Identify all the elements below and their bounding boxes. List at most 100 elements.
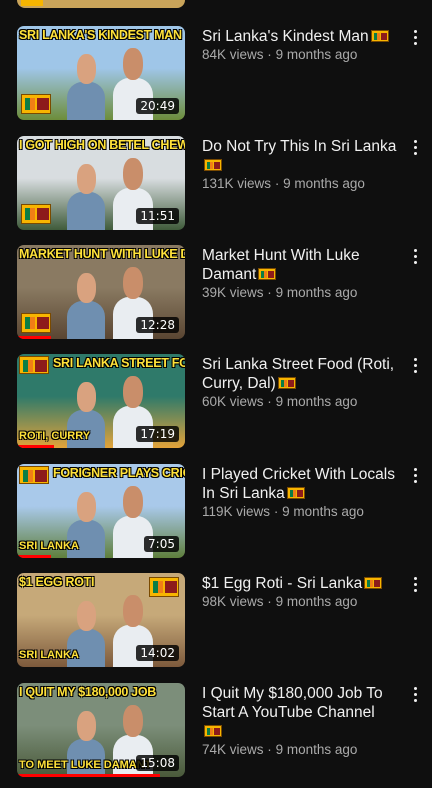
duration-badge: 11:51 [136, 208, 179, 224]
video-thumbnail[interactable]: SRI LANKA STREET FOODROTI, CURRY17:19 [17, 354, 185, 448]
separator-dot: · [267, 394, 272, 409]
thumbnail-caption: MARKET HUNT WITH LUKE DAMANT [19, 247, 185, 261]
video-title-text: Do Not Try This In Sri Lanka [202, 138, 397, 155]
separator-dot: · [267, 47, 272, 62]
thumbnail-caption-bottom: SRI LANKA [19, 649, 79, 661]
duration-badge: 15:08 [136, 755, 179, 771]
more-options-button[interactable] [412, 138, 420, 156]
view-count: 39K views [202, 285, 264, 300]
duration-badge: 14:02 [136, 645, 179, 661]
thumbnail-image [17, 0, 185, 8]
more-options-button[interactable] [412, 356, 420, 374]
separator-dot: · [274, 176, 280, 191]
video-title-text: $1 Egg Roti - Sri Lanka [202, 575, 363, 592]
video-thumbnail[interactable]: SRI LANKA'S KINDEST MAN 20:49 [17, 26, 185, 120]
more-vert-icon [412, 247, 420, 265]
thumbnail-caption: I GOT HIGH ON BETEL CHEW [19, 138, 185, 152]
thumbnail-caption-bottom: ROTI, CURRY [19, 430, 91, 442]
video-item[interactable]: MARKET HUNT WITH LUKE DAMANT 12:28 Market … [0, 245, 432, 339]
more-options-button[interactable] [412, 685, 420, 703]
video-item[interactable]: SRI LANKA'S KINDEST MAN 20:49 Sri Lanka's … [0, 26, 432, 120]
video-item[interactable]: I GOT HIGH ON BETEL CHEW 11:51 Do Not Try … [0, 136, 432, 230]
previous-video-thumbnail-peek[interactable] [17, 0, 185, 8]
more-options-button[interactable] [412, 247, 420, 265]
more-vert-icon [412, 28, 420, 46]
video-stats: 84K views · 9 months ago [202, 46, 398, 64]
sri-lanka-flag-icon [149, 577, 179, 597]
video-title-text: Sri Lanka's Kindest Man [202, 28, 369, 45]
sri-lanka-flag-icon [19, 466, 49, 484]
video-stats: 39K views · 9 months ago [202, 284, 398, 302]
upload-age: 9 months ago [275, 47, 358, 62]
video-title[interactable]: I Played Cricket With Locals In Sri Lank… [202, 465, 398, 503]
sri-lanka-flag-icon [19, 356, 49, 374]
video-thumbnail[interactable]: FORIGNER PLAYS CRICKETSRI LANKA7:05 [17, 464, 185, 558]
sri-lanka-flag-icon [21, 0, 43, 6]
duration-badge: 12:28 [136, 317, 179, 333]
video-meta: I Quit My $180,000 Job To Start A YouTub… [202, 684, 398, 759]
sri-lanka-flag-icon [204, 725, 222, 737]
video-stats: 98K views · 9 months ago [202, 593, 398, 611]
video-title-text: Market Hunt With Luke Damant [202, 247, 360, 283]
upload-age: 9 months ago [275, 594, 358, 609]
video-title[interactable]: Sri Lanka Street Food (Roti, Curry, Dal) [202, 355, 398, 393]
duration-badge: 20:49 [136, 98, 179, 114]
separator-dot: · [267, 594, 272, 609]
video-title[interactable]: Market Hunt With Luke Damant [202, 246, 398, 284]
video-meta: $1 Egg Roti - Sri Lanka 98K views · 9 mon… [202, 574, 398, 611]
more-vert-icon [412, 466, 420, 484]
video-item[interactable]: I QUIT MY $180,000 JOB TO MEET LUKE DAMAN… [0, 683, 432, 777]
video-stats: 60K views · 9 months ago [202, 393, 398, 411]
video-stats: 74K views · 9 months ago [202, 741, 398, 759]
more-options-button[interactable] [412, 28, 420, 46]
more-vert-icon [412, 138, 420, 156]
duration-badge: 7:05 [144, 536, 179, 552]
video-meta: Sri Lanka's Kindest Man 84K views · 9 mon… [202, 27, 398, 64]
upload-age: 9 months ago [275, 285, 358, 300]
thumbnail-caption-bottom: TO MEET LUKE DAMANT [19, 759, 152, 771]
person-figure [67, 54, 105, 120]
sri-lanka-flag-icon [258, 268, 277, 280]
video-thumbnail[interactable]: $1 EGG ROTI SRI LANKA 14:02 [17, 573, 185, 667]
video-title-text: I Quit My $180,000 Job To Start A YouTub… [202, 685, 383, 721]
person-figure [67, 164, 105, 230]
video-title[interactable]: Sri Lanka's Kindest Man [202, 27, 398, 46]
upload-age: 9 months ago [275, 394, 358, 409]
duration-badge: 17:19 [136, 426, 179, 442]
sri-lanka-flag-icon [21, 313, 51, 333]
separator-dot: · [267, 285, 272, 300]
video-title[interactable]: $1 Egg Roti - Sri Lanka [202, 574, 398, 593]
more-options-button[interactable] [412, 575, 420, 593]
sri-lanka-flag-icon [204, 159, 222, 171]
watch-progress-bar [17, 445, 54, 448]
video-thumbnail[interactable]: I GOT HIGH ON BETEL CHEW 11:51 [17, 136, 185, 230]
video-stats: 119K views · 9 months ago [202, 503, 398, 521]
video-title[interactable]: Do Not Try This In Sri Lanka [202, 137, 398, 175]
view-count: 74K views [202, 742, 264, 757]
sri-lanka-flag-icon [286, 487, 305, 499]
video-thumbnail[interactable]: I QUIT MY $180,000 JOB TO MEET LUKE DAMAN… [17, 683, 185, 777]
video-title-text: Sri Lanka Street Food (Roti, Curry, Dal) [202, 356, 395, 392]
video-stats: 131K views · 9 months ago [202, 175, 398, 193]
sri-lanka-flag-icon [21, 94, 51, 114]
video-item[interactable]: FORIGNER PLAYS CRICKETSRI LANKA7:05I Pla… [0, 464, 432, 558]
upload-age: 9 months ago [275, 742, 358, 757]
more-options-button[interactable] [412, 466, 420, 484]
thumbnail-caption-bottom: SRI LANKA [19, 540, 79, 552]
video-item[interactable]: SRI LANKA STREET FOODROTI, CURRY17:19Sri… [0, 354, 432, 448]
sri-lanka-flag-icon [277, 377, 296, 389]
video-meta: Market Hunt With Luke Damant 39K views · … [202, 246, 398, 302]
watch-progress-bar [17, 555, 51, 558]
separator-dot: · [267, 742, 272, 757]
view-count: 84K views [202, 47, 264, 62]
watch-progress-bar [17, 774, 160, 777]
more-vert-icon [412, 356, 420, 374]
video-thumbnail[interactable]: MARKET HUNT WITH LUKE DAMANT 12:28 [17, 245, 185, 339]
person-figure [67, 273, 105, 339]
video-title[interactable]: I Quit My $180,000 Job To Start A YouTub… [202, 684, 398, 741]
separator-dot: · [273, 504, 279, 519]
video-meta: Do Not Try This In Sri Lanka 131K views ·… [202, 137, 398, 193]
watch-progress-bar [17, 336, 51, 339]
video-item[interactable]: $1 EGG ROTI SRI LANKA 14:02 $1 Egg Roti - S… [0, 573, 432, 667]
sri-lanka-flag-icon [364, 577, 383, 589]
